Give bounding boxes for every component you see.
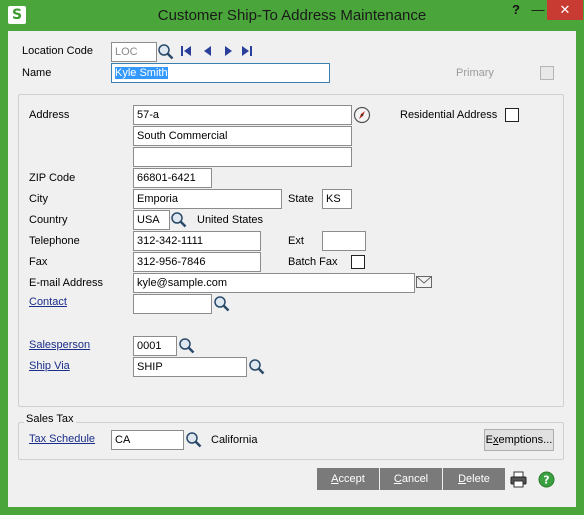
exemptions-label-post: emptions... bbox=[498, 434, 553, 446]
email-address-label: E-mail Address bbox=[29, 277, 103, 289]
zip-code-label: ZIP Code bbox=[29, 172, 76, 184]
location-code-field[interactable]: LOC bbox=[111, 42, 157, 62]
batch-fax-label: Batch Fax bbox=[288, 256, 338, 268]
delete-button[interactable]: Delete bbox=[443, 468, 505, 490]
address-validation-compass-icon[interactable] bbox=[353, 106, 371, 124]
email-envelope-icon[interactable] bbox=[416, 276, 432, 289]
exemptions-label-pre: E bbox=[485, 434, 494, 446]
location-code-label: Location Code bbox=[22, 45, 93, 57]
address-line3-field[interactable] bbox=[133, 147, 352, 167]
tax-schedule-name-text: California bbox=[211, 434, 258, 446]
primary-label: Primary bbox=[456, 67, 494, 79]
tax-schedule-link[interactable]: Tax Schedule bbox=[29, 433, 95, 445]
ext-field[interactable] bbox=[322, 231, 366, 251]
exemptions-button[interactable]: Exemptions... bbox=[484, 429, 554, 451]
email-address-field[interactable]: kyle@sample.com bbox=[133, 273, 415, 293]
city-label: City bbox=[29, 193, 48, 205]
close-button[interactable]: ✕ bbox=[547, 0, 583, 20]
sales-tax-group-label: Sales Tax bbox=[24, 413, 76, 425]
printer-icon[interactable] bbox=[510, 471, 527, 488]
cancel-button[interactable]: Cancel bbox=[380, 468, 442, 490]
delete-rest: elete bbox=[466, 473, 490, 485]
title-bar: S Customer Ship-To Address Maintenance ?… bbox=[0, 0, 584, 31]
help-icon[interactable]: ? bbox=[538, 471, 555, 488]
name-value: Kyle Smith bbox=[115, 67, 168, 79]
contact-link[interactable]: Contact bbox=[29, 296, 67, 308]
primary-checkbox[interactable] bbox=[540, 66, 554, 80]
last-record-icon[interactable] bbox=[241, 45, 254, 57]
residential-address-label: Residential Address bbox=[400, 109, 498, 121]
accept-rest: ccept bbox=[338, 473, 365, 485]
fax-label: Fax bbox=[29, 256, 48, 268]
state-label: State bbox=[288, 193, 314, 205]
telephone-label: Telephone bbox=[29, 235, 80, 247]
delete-accel: D bbox=[458, 473, 467, 485]
country-lookup-search-icon[interactable] bbox=[170, 211, 188, 229]
salesperson-lookup-search-icon[interactable] bbox=[178, 337, 196, 355]
telephone-field[interactable]: 312-342-1111 bbox=[133, 231, 261, 251]
ship-via-field[interactable]: SHIP bbox=[133, 357, 247, 377]
previous-record-icon[interactable] bbox=[202, 45, 214, 57]
accept-accel: A bbox=[331, 473, 339, 485]
address-line2-field[interactable]: South Commercial bbox=[133, 126, 352, 146]
first-record-icon[interactable] bbox=[180, 45, 192, 57]
search-icon[interactable] bbox=[157, 43, 175, 61]
ext-label: Ext bbox=[288, 235, 304, 247]
residential-address-checkbox[interactable] bbox=[505, 108, 519, 122]
state-field[interactable]: KS bbox=[322, 189, 352, 209]
country-field[interactable]: USA bbox=[133, 210, 170, 230]
accept-button[interactable]: Accept bbox=[317, 468, 379, 490]
cancel-rest: ancel bbox=[401, 473, 429, 485]
window-title: Customer Ship-To Address Maintenance bbox=[157, 7, 427, 24]
sales-tax-group bbox=[18, 422, 564, 460]
city-field[interactable]: Emporia bbox=[133, 189, 282, 209]
ship-via-link[interactable]: Ship Via bbox=[29, 360, 70, 372]
ship-via-lookup-search-icon[interactable] bbox=[248, 358, 266, 376]
country-name-text: United States bbox=[197, 214, 264, 226]
salesperson-field[interactable]: 0001 bbox=[133, 336, 177, 356]
country-label: Country bbox=[29, 214, 68, 226]
minimize-button[interactable]: — bbox=[528, 0, 548, 20]
tax-schedule-lookup-search-icon[interactable] bbox=[185, 431, 203, 449]
name-label: Name bbox=[22, 67, 52, 79]
contact-field[interactable] bbox=[133, 294, 212, 314]
address-line1-field[interactable]: 57-a bbox=[133, 105, 352, 125]
address-label: Address bbox=[29, 109, 70, 121]
name-field[interactable]: Kyle Smith bbox=[111, 63, 330, 83]
window: S Customer Ship-To Address Maintenance ?… bbox=[0, 0, 584, 515]
zip-code-field[interactable]: 66801-6421 bbox=[133, 168, 212, 188]
contact-lookup-search-icon[interactable] bbox=[213, 295, 231, 313]
cancel-accel: C bbox=[393, 473, 402, 485]
next-record-icon[interactable] bbox=[222, 45, 234, 57]
client-area: Location Code LOC Name Kyle Smith Primar… bbox=[8, 31, 576, 507]
tax-schedule-field[interactable]: CA bbox=[111, 430, 184, 450]
help-question-button[interactable]: ? bbox=[506, 0, 526, 20]
salesperson-link[interactable]: Salesperson bbox=[29, 339, 90, 351]
fax-field[interactable]: 312-956-7846 bbox=[133, 252, 261, 272]
svg-text:?: ? bbox=[543, 474, 549, 487]
batch-fax-checkbox[interactable] bbox=[351, 255, 365, 269]
